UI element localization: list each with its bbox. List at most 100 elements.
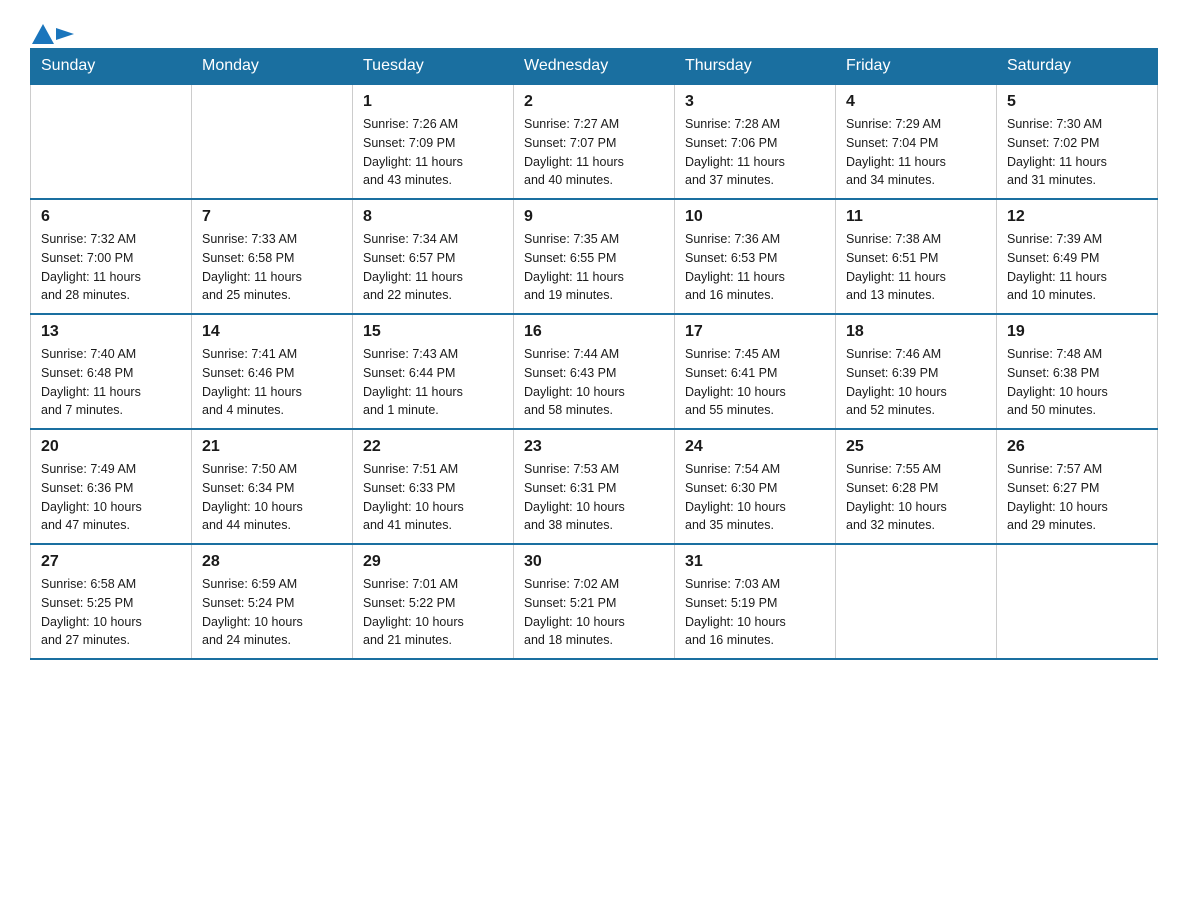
calendar-cell: 11 Sunrise: 7:38 AM Sunset: 6:51 PM Dayli… [836,199,997,314]
day-number: 13 [41,323,181,341]
calendar-cell: 10 Sunrise: 7:36 AM Sunset: 6:53 PM Dayli… [675,199,836,314]
calendar-cell: 2 Sunrise: 7:27 AM Sunset: 7:07 PM Daylig… [514,84,675,199]
calendar-cell: 5 Sunrise: 7:30 AM Sunset: 7:02 PM Daylig… [997,84,1158,199]
calendar-cell: 18Sunrise: 7:46 AM Sunset: 6:39 PM Dayli… [836,314,997,429]
day-number: 28 [202,553,342,571]
calendar-cell: 13 Sunrise: 7:40 AM Sunset: 6:48 PM Dayli… [31,314,192,429]
day-number: 30 [524,553,664,571]
calendar-cell: 31 Sunrise: 7:03 AM Sunset: 5:19 PM Dayli… [675,544,836,659]
calendar-cell: 21 Sunrise: 7:50 AM Sunset: 6:34 PM Dayli… [192,429,353,544]
day-info: Sunrise: 6:59 AM Sunset: 5:24 PM Dayligh… [202,575,342,650]
calendar-cell [836,544,997,659]
day-info: Sunrise: 7:43 AM Sunset: 6:44 PM Dayligh… [363,345,503,420]
day-info: Sunrise: 7:36 AM Sunset: 6:53 PM Dayligh… [685,230,825,305]
day-of-week-header: Saturday [997,49,1158,85]
day-number: 27 [41,553,181,571]
calendar-cell [192,84,353,199]
day-of-week-header: Friday [836,49,997,85]
page-header [30,24,1158,42]
day-of-week-header: Thursday [675,49,836,85]
day-number: 21 [202,438,342,456]
day-info: Sunrise: 7:28 AM Sunset: 7:06 PM Dayligh… [685,115,825,190]
calendar-cell: 9 Sunrise: 7:35 AM Sunset: 6:55 PM Daylig… [514,199,675,314]
day-number: 24 [685,438,825,456]
calendar-cell: 8Sunrise: 7:34 AM Sunset: 6:57 PM Daylig… [353,199,514,314]
calendar-table: SundayMondayTuesdayWednesdayThursdayFrid… [30,48,1158,660]
day-info: Sunrise: 7:38 AM Sunset: 6:51 PM Dayligh… [846,230,986,305]
day-info: Sunrise: 7:45 AM Sunset: 6:41 PM Dayligh… [685,345,825,420]
day-of-week-header: Tuesday [353,49,514,85]
day-info: Sunrise: 7:29 AM Sunset: 7:04 PM Dayligh… [846,115,986,190]
day-info: Sunrise: 7:40 AM Sunset: 6:48 PM Dayligh… [41,345,181,420]
calendar-cell: 16Sunrise: 7:44 AM Sunset: 6:43 PM Dayli… [514,314,675,429]
calendar-cell: 14Sunrise: 7:41 AM Sunset: 6:46 PM Dayli… [192,314,353,429]
calendar-header-row: SundayMondayTuesdayWednesdayThursdayFrid… [31,49,1158,85]
calendar-cell: 4 Sunrise: 7:29 AM Sunset: 7:04 PM Daylig… [836,84,997,199]
calendar-cell: 24 Sunrise: 7:54 AM Sunset: 6:30 PM Dayli… [675,429,836,544]
day-of-week-header: Wednesday [514,49,675,85]
day-number: 1 [363,93,503,111]
day-number: 20 [41,438,181,456]
day-number: 29 [363,553,503,571]
day-number: 18 [846,323,986,341]
day-info: Sunrise: 7:53 AM Sunset: 6:31 PM Dayligh… [524,460,664,535]
calendar-cell: 17 Sunrise: 7:45 AM Sunset: 6:41 PM Dayli… [675,314,836,429]
calendar-week-row: 20 Sunrise: 7:49 AM Sunset: 6:36 PM Dayli… [31,429,1158,544]
calendar-week-row: 27 Sunrise: 6:58 AM Sunset: 5:25 PM Dayli… [31,544,1158,659]
day-info: Sunrise: 7:26 AM Sunset: 7:09 PM Dayligh… [363,115,503,190]
day-info: Sunrise: 7:27 AM Sunset: 7:07 PM Dayligh… [524,115,664,190]
day-number: 5 [1007,93,1147,111]
day-info: Sunrise: 7:51 AM Sunset: 6:33 PM Dayligh… [363,460,503,535]
day-info: Sunrise: 7:03 AM Sunset: 5:19 PM Dayligh… [685,575,825,650]
calendar-week-row: 6 Sunrise: 7:32 AM Sunset: 7:00 PM Daylig… [31,199,1158,314]
day-info: Sunrise: 7:30 AM Sunset: 7:02 PM Dayligh… [1007,115,1147,190]
day-number: 23 [524,438,664,456]
day-number: 6 [41,208,181,226]
day-info: Sunrise: 7:01 AM Sunset: 5:22 PM Dayligh… [363,575,503,650]
day-info: Sunrise: 7:57 AM Sunset: 6:27 PM Dayligh… [1007,460,1147,535]
day-number: 4 [846,93,986,111]
logo-triangle-icon [32,24,54,44]
calendar-cell: 12 Sunrise: 7:39 AM Sunset: 6:49 PM Dayli… [997,199,1158,314]
day-number: 17 [685,323,825,341]
logo [30,24,74,42]
day-info: Sunrise: 7:02 AM Sunset: 5:21 PM Dayligh… [524,575,664,650]
calendar-cell: 23 Sunrise: 7:53 AM Sunset: 6:31 PM Dayli… [514,429,675,544]
day-number: 19 [1007,323,1147,341]
calendar-cell: 28 Sunrise: 6:59 AM Sunset: 5:24 PM Dayli… [192,544,353,659]
logo-arrow-icon [56,24,74,44]
day-info: Sunrise: 7:32 AM Sunset: 7:00 PM Dayligh… [41,230,181,305]
calendar-week-row: 1 Sunrise: 7:26 AM Sunset: 7:09 PM Daylig… [31,84,1158,199]
day-info: Sunrise: 7:54 AM Sunset: 6:30 PM Dayligh… [685,460,825,535]
day-info: Sunrise: 7:49 AM Sunset: 6:36 PM Dayligh… [41,460,181,535]
calendar-cell: 3 Sunrise: 7:28 AM Sunset: 7:06 PM Daylig… [675,84,836,199]
calendar-cell: 29 Sunrise: 7:01 AM Sunset: 5:22 PM Dayli… [353,544,514,659]
calendar-cell: 6 Sunrise: 7:32 AM Sunset: 7:00 PM Daylig… [31,199,192,314]
day-number: 15 [363,323,503,341]
day-info: Sunrise: 7:50 AM Sunset: 6:34 PM Dayligh… [202,460,342,535]
day-number: 2 [524,93,664,111]
calendar-cell: 30 Sunrise: 7:02 AM Sunset: 5:21 PM Dayli… [514,544,675,659]
day-info: Sunrise: 7:33 AM Sunset: 6:58 PM Dayligh… [202,230,342,305]
day-number: 31 [685,553,825,571]
calendar-cell: 19Sunrise: 7:48 AM Sunset: 6:38 PM Dayli… [997,314,1158,429]
calendar-cell: 26Sunrise: 7:57 AM Sunset: 6:27 PM Dayli… [997,429,1158,544]
day-number: 16 [524,323,664,341]
day-number: 8 [363,208,503,226]
day-info: Sunrise: 7:55 AM Sunset: 6:28 PM Dayligh… [846,460,986,535]
calendar-cell [31,84,192,199]
day-number: 11 [846,208,986,226]
calendar-cell: 1 Sunrise: 7:26 AM Sunset: 7:09 PM Daylig… [353,84,514,199]
calendar-cell: 27 Sunrise: 6:58 AM Sunset: 5:25 PM Dayli… [31,544,192,659]
day-number: 25 [846,438,986,456]
calendar-cell: 25 Sunrise: 7:55 AM Sunset: 6:28 PM Dayli… [836,429,997,544]
day-info: Sunrise: 7:41 AM Sunset: 6:46 PM Dayligh… [202,345,342,420]
day-number: 9 [524,208,664,226]
day-number: 10 [685,208,825,226]
day-info: Sunrise: 7:35 AM Sunset: 6:55 PM Dayligh… [524,230,664,305]
day-info: Sunrise: 6:58 AM Sunset: 5:25 PM Dayligh… [41,575,181,650]
day-number: 3 [685,93,825,111]
day-number: 22 [363,438,503,456]
day-info: Sunrise: 7:39 AM Sunset: 6:49 PM Dayligh… [1007,230,1147,305]
day-number: 12 [1007,208,1147,226]
